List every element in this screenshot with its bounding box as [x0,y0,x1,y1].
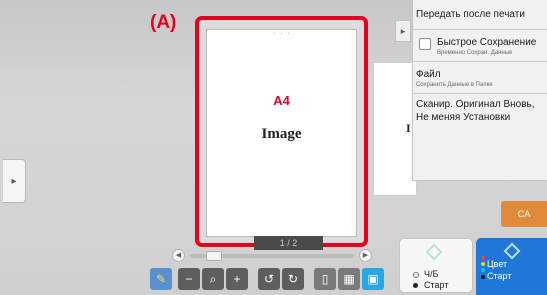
next-page-text: I [406,121,411,135]
action-panel-toggle[interactable]: ▸ [395,20,411,42]
single-view-icon[interactable]: ▯ [314,268,336,290]
color-start-label: Старт [487,271,512,281]
color-start-button[interactable]: Цвет Старт [476,238,547,295]
edit-icon[interactable]: ✎ [150,268,172,290]
horizontal-scrollbar[interactable]: ◀ ▶ [172,249,372,263]
page-preview-area: · · · A4 Image 1 / 2 [195,16,368,250]
file-label: Файл [416,69,441,80]
rotate-left-icon[interactable]: ↺ [258,268,280,290]
quick-save-checkbox[interactable] [419,38,431,50]
zoom-icon[interactable]: ⌕ [202,268,224,290]
start-icon [503,242,521,260]
bw-indicator-icon [413,283,418,288]
multi-view-icon[interactable]: ▣ [362,268,384,290]
color-indicator-icon [481,268,485,272]
send-after-print-button[interactable]: Передать после печати [413,0,547,30]
zoom-in-icon[interactable]: + [226,268,248,290]
action-panel: Передать после печати Быстрое Сохранение… [412,0,547,181]
start-icon [425,243,443,261]
quick-save-label: Быстрое Сохранение [437,37,537,48]
next-page-preview[interactable]: I [373,62,417,196]
preview-screen: ▸ (A) · · · A4 Image 1 / 2 ◀ ▶ I ▸ Перед… [0,0,547,295]
quick-save-button[interactable]: Быстрое Сохранение Временно Сохран. Данн… [413,30,547,62]
page-top-dots: · · · [273,29,291,38]
bw-indicator-icon [413,272,419,278]
rescan-button[interactable]: Сканир. Оригинал Вновь, Не меняя Установ… [413,94,547,130]
paper-size-label: A4 [273,93,290,108]
color-start-label: Цвет [487,259,508,269]
rescan-label: Сканир. Оригинал Вновь, Не меняя Установ… [416,99,535,123]
expand-right-icon: ▸ [11,175,17,187]
expand-right-icon: ▸ [400,25,406,36]
quick-save-sublabel: Временно Сохран. Данные [437,50,513,56]
bw-start-label: Ч/Б [424,269,439,279]
preview-page[interactable]: · · · A4 Image 1 / 2 [206,29,357,250]
scroll-right-icon[interactable]: ▶ [359,249,372,262]
zoom-out-icon[interactable]: − [178,268,200,290]
ca-button[interactable]: CA [501,201,547,227]
send-after-print-label: Передать после печати [416,9,525,20]
scroll-track[interactable] [190,251,354,261]
scroll-left-icon[interactable]: ◀ [172,249,185,262]
image-label: Image [261,126,302,142]
rotate-right-icon[interactable]: ↻ [282,268,304,290]
color-indicator-icon [481,256,485,260]
grid-view-icon[interactable]: ▦ [338,268,360,290]
left-panel-toggle[interactable]: ▸ [3,159,26,203]
page-counter: 1 / 2 [254,236,323,250]
bw-start-label: Старт [424,280,449,290]
file-button[interactable]: Файл Сохранить Данные в Папке [413,62,547,94]
color-indicator-icon [481,275,485,279]
annotation-label: (A) [150,12,177,33]
scroll-thumb[interactable] [206,251,222,261]
color-indicator-icon [481,262,485,266]
bw-start-button[interactable]: Ч/Б Старт [399,238,473,293]
file-sublabel: Сохранить Данные в Папке [416,82,493,88]
